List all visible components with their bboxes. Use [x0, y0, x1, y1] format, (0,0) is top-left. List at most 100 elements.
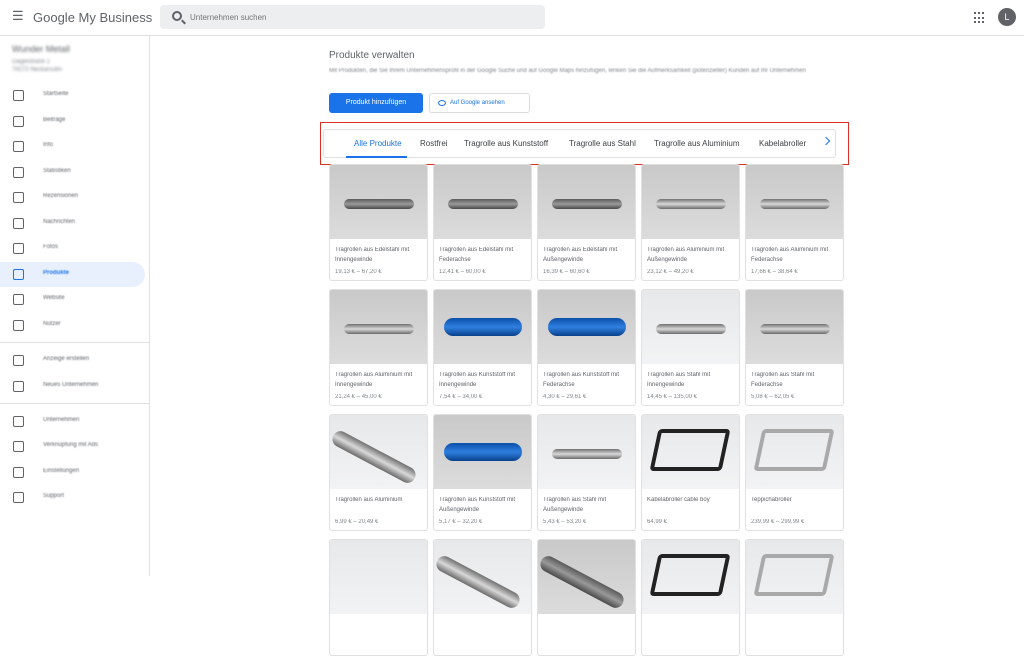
photos-icon — [13, 243, 24, 254]
product-card[interactable]: Tragrollen aus Aluminium mit Außengewind… — [641, 164, 740, 281]
sidebar-item-statistiken[interactable]: Statistiken — [0, 160, 145, 185]
sidebar-item-verknuepfung-ads[interactable]: Verknüpfung mit Ads — [0, 434, 145, 459]
roller-shape — [760, 324, 830, 334]
app-logo[interactable]: Google My Business — [33, 10, 152, 25]
sidebar-item-website[interactable]: Website — [0, 287, 145, 312]
sidebar-item-fotos[interactable]: Fotos — [0, 236, 145, 261]
reviews-icon — [13, 192, 24, 203]
sidebar-item-rezensionen[interactable]: Rezensionen — [0, 185, 145, 210]
view-on-google-button[interactable]: Auf Google ansehen — [429, 93, 530, 113]
product-card[interactable]: Tragrollen aus Edelstahl mit Innengewind… — [329, 164, 428, 281]
product-card[interactable] — [641, 539, 740, 656]
product-card[interactable]: Tragrollen aus Aluminium mit Innengewind… — [329, 289, 428, 406]
sidebar-item-support[interactable]: Support — [0, 485, 145, 510]
category-tabs: Alle Produkte Rostfrei Tragrolle aus Kun… — [323, 129, 836, 158]
product-card[interactable] — [433, 539, 532, 656]
sidebar-item-label: Beiträge — [43, 117, 66, 123]
sidebar-item-nutzer[interactable]: Nutzer — [0, 313, 145, 338]
businesses-icon — [13, 416, 24, 427]
product-price: 19,13 € – 67,20 € — [335, 269, 382, 275]
tab-tragrolle-stahl[interactable]: Tragrolle aus Stahl — [569, 139, 636, 148]
sidebar-item-label: Info — [43, 142, 54, 148]
frame-shape — [649, 429, 731, 471]
chevron-right-icon[interactable] — [821, 136, 831, 146]
product-image — [642, 165, 739, 239]
product-image — [434, 540, 531, 614]
sidebar-item-info[interactable]: Info — [0, 134, 145, 159]
sidebar-item-label: Startseite — [43, 91, 69, 97]
product-card[interactable]: Tragrollen aus Aluminium 6,99 € – 20,49 € — [329, 414, 428, 531]
sidebar-item-neues-unternehmen[interactable]: Neues Unternehmen — [0, 374, 145, 399]
sidebar-item-anzeige-erstellen[interactable]: Anzeige erstellen — [0, 348, 145, 373]
product-card[interactable] — [537, 539, 636, 656]
product-card[interactable] — [745, 539, 844, 656]
sidebar-item-label: Website — [43, 295, 65, 301]
logo-product: My Business — [78, 10, 153, 25]
product-card[interactable]: Tragrollen aus Aluminium mit Federachse 1… — [745, 164, 844, 281]
users-icon — [13, 320, 24, 331]
product-image — [746, 540, 843, 614]
product-card[interactable]: Tragrollen aus Edelstahl mit Federachse 1… — [433, 164, 532, 281]
product-price: 5,17 € – 32,20 € — [439, 519, 483, 525]
product-image — [330, 165, 427, 239]
sidebar-item-beitraege[interactable]: Beiträge — [0, 109, 145, 134]
product-price: 6,99 € – 20,49 € — [335, 519, 379, 525]
active-tab-indicator — [346, 156, 407, 158]
sidebar-item-nachrichten[interactable]: Nachrichten — [0, 211, 145, 236]
tab-tragrolle-aluminium[interactable]: Tragrolle aus Aluminium — [654, 139, 740, 148]
product-price: 64,99 € — [647, 519, 668, 525]
roller-shape — [548, 318, 626, 336]
product-name: Tragrollen aus Stahl mit Innengewinde — [647, 372, 711, 388]
product-card[interactable]: Tragrollen aus Kunststoff mit Federachse… — [537, 289, 636, 406]
product-price: 23,12 € – 49,20 € — [647, 269, 694, 275]
product-card[interactable]: Tragrollen aus Stahl mit Federachse 5,08 … — [745, 289, 844, 406]
sidebar-item-einstellungen[interactable]: Einstellungen — [0, 460, 145, 485]
account-avatar[interactable]: L — [998, 8, 1016, 26]
product-price: 14,45 € – 135,00 € — [647, 394, 698, 400]
tab-kabelabroller[interactable]: Kabelabroller — [759, 139, 806, 148]
top-app-bar: ☰ Google My Business L — [0, 0, 1024, 36]
product-card[interactable]: Tragrollen aus Kunststoff mit Innengewin… — [433, 289, 532, 406]
tab-tragrolle-kunststoff[interactable]: Tragrolle aus Kunststoff — [464, 139, 548, 148]
apps-grid-icon[interactable] — [974, 12, 986, 24]
product-image — [746, 165, 843, 239]
sidebar-item-label: Nutzer — [43, 321, 61, 327]
messages-icon — [13, 218, 24, 229]
roller-shape — [330, 428, 419, 486]
product-image — [538, 415, 635, 489]
menu-icon[interactable]: ☰ — [12, 9, 24, 22]
sidebar-item-startseite[interactable]: Startseite — [0, 83, 145, 108]
sidebar-item-label: Support — [43, 493, 65, 499]
sidebar-item-label: Neues Unternehmen — [43, 382, 99, 388]
product-card[interactable]: Tragrollen aus Kunststoff mit Außengewin… — [433, 414, 532, 531]
product-card[interactable]: Tragrollen aus Stahl mit Innengewinde 14,… — [641, 289, 740, 406]
product-name: Tragrollen aus Stahl mit Federachse — [751, 372, 815, 388]
info-icon — [13, 141, 24, 152]
sidebar-item-produkte[interactable]: Produkte — [0, 262, 145, 287]
add-product-button[interactable]: Produkt hinzufügen — [329, 93, 423, 113]
sidebar-item-unternehmen[interactable]: Unternehmen — [0, 409, 145, 434]
roller-shape — [448, 199, 518, 209]
product-card[interactable]: Teppichabroller 239,99 € – 299,99 € — [745, 414, 844, 531]
sidebar-item-label: Einstellungen — [43, 468, 80, 474]
product-name: Tragrollen aus Stahl mit Außengewinde — [543, 497, 607, 513]
tab-alle-produkte[interactable]: Alle Produkte — [354, 139, 402, 148]
home-icon — [13, 90, 24, 101]
product-name: Tragrollen aus Edelstahl mit Innengewind… — [335, 247, 410, 263]
product-card[interactable]: Tragrollen aus Stahl mit Außengewinde 5,4… — [537, 414, 636, 531]
page-description: Mit Produkten, die Sie Ihrem Unternehmen… — [329, 68, 806, 74]
product-card[interactable] — [329, 539, 428, 656]
product-price: 7,54 € – 34,00 € — [439, 394, 483, 400]
business-address-line-1: Gagelstraße 1 — [12, 59, 51, 65]
product-price: 5,08 € – 62,05 € — [751, 394, 795, 400]
roller-shape — [344, 324, 414, 334]
product-card[interactable]: Kabelabroller cable boy 64,99 € — [641, 414, 740, 531]
frame-shape — [753, 429, 835, 471]
search-input[interactable] — [190, 9, 490, 25]
product-card[interactable]: Tragrollen aus Edelstahl mit Außengewind… — [537, 164, 636, 281]
sidebar-item-label: Statistiken — [43, 168, 71, 174]
tab-rostfrei[interactable]: Rostfrei — [420, 139, 448, 148]
business-name: Wunder Metall — [12, 44, 70, 54]
search-bar[interactable] — [160, 5, 545, 29]
roller-shape — [552, 199, 622, 209]
